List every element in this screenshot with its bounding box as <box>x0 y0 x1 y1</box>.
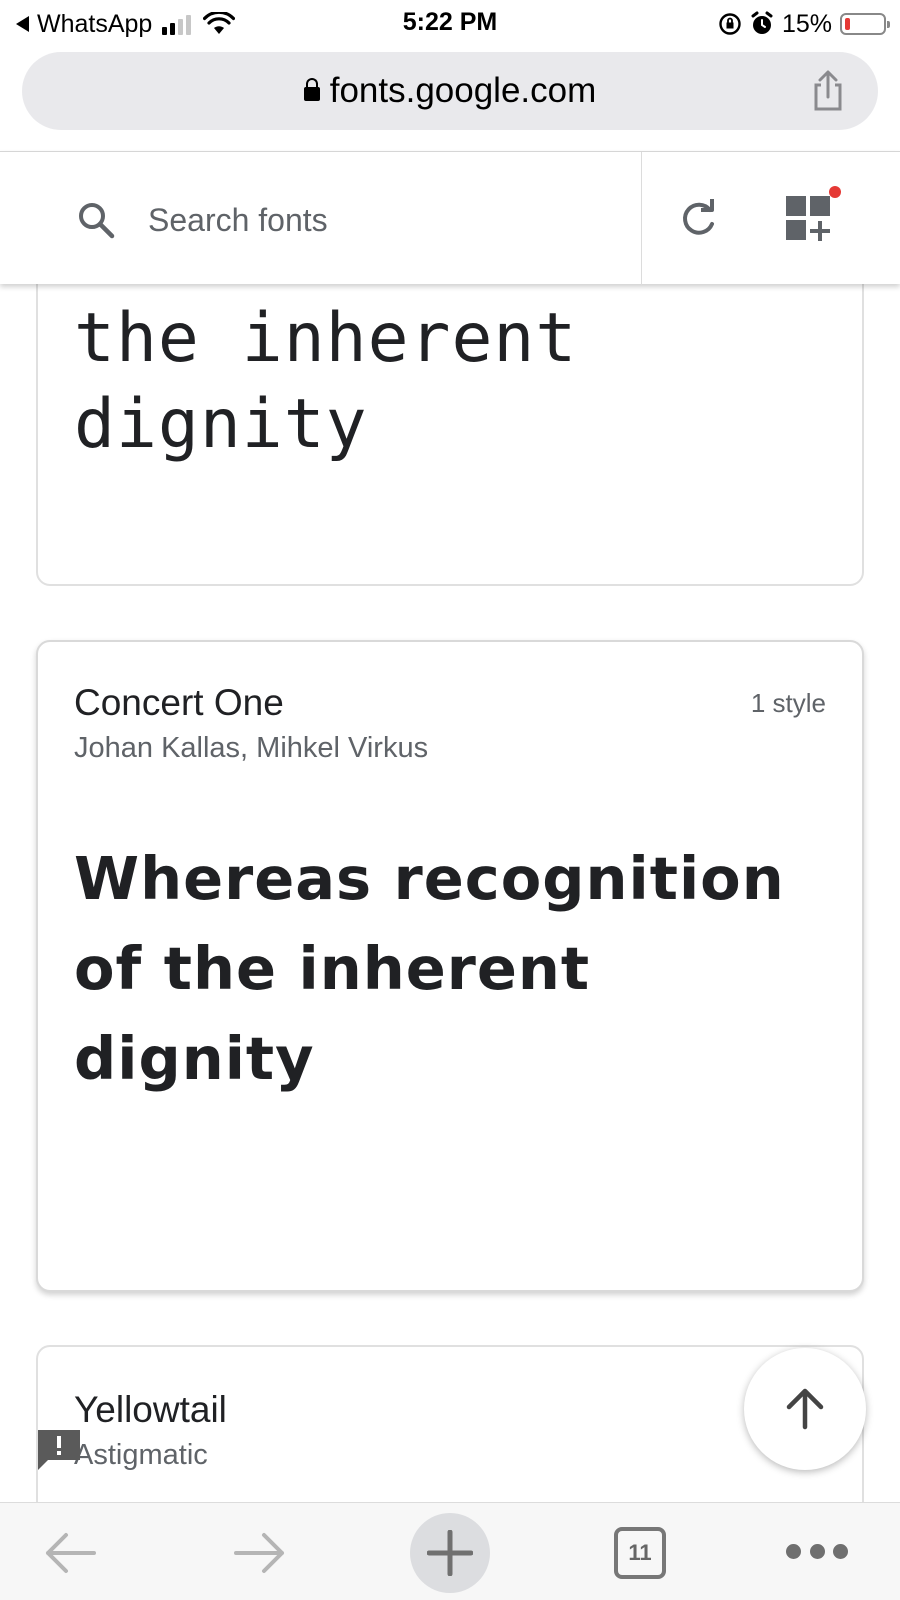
lock-icon <box>303 78 320 101</box>
search-input[interactable] <box>148 190 618 250</box>
style-count: 1 style <box>750 688 826 718</box>
status-right: 15% <box>718 8 890 40</box>
search-area[interactable] <box>0 152 642 285</box>
lock-rotation-icon <box>719 13 741 35</box>
more-icon[interactable] <box>786 1539 848 1563</box>
font-sample: Whereas recognition of the inherent dign… <box>74 844 785 1093</box>
font-author: Astigmatic <box>74 1439 208 1471</box>
notification-dot <box>829 186 841 198</box>
battery-percent: 15% <box>781 9 832 38</box>
fonts-header <box>0 151 900 285</box>
new-tab-button[interactable] <box>410 1513 490 1593</box>
font-name: Concert One <box>74 682 284 723</box>
collection-add-icon[interactable] <box>784 194 834 244</box>
alarm-icon <box>751 11 773 34</box>
browser-toolbar: 11 <box>0 1502 900 1600</box>
sample-line: the inherent <box>74 299 578 378</box>
url-display[interactable]: fonts.google.com <box>22 52 878 130</box>
address-bar[interactable]: fonts.google.com <box>22 52 878 130</box>
font-author: Johan Kallas, Mihkel Virkus <box>74 732 429 764</box>
font-card-concert-one[interactable]: Concert One 1 style Johan Kallas, Mihkel… <box>36 640 864 1292</box>
share-icon[interactable] <box>808 69 848 113</box>
arrow-left-icon[interactable] <box>42 1527 98 1579</box>
tabs-icon[interactable]: 11 <box>614 1527 666 1579</box>
battery-icon <box>840 13 890 35</box>
refresh-icon[interactable] <box>674 194 722 242</box>
status-bar: WhatsApp 5:22 PM 15% <box>0 0 900 48</box>
scroll-to-top-button[interactable] <box>744 1348 866 1470</box>
feedback-icon[interactable] <box>36 1428 82 1474</box>
plus-icon <box>427 1530 473 1576</box>
sample-line: dignity <box>74 385 368 464</box>
arrow-up-icon <box>786 1388 824 1430</box>
search-icon <box>79 203 115 239</box>
font-sample: the inherent dignity <box>74 296 577 468</box>
font-card-yellowtail[interactable]: Yellowtail Astigmatic <box>36 1345 864 1525</box>
arrow-right-icon[interactable] <box>232 1527 288 1579</box>
url-text: fonts.google.com <box>329 71 597 110</box>
font-name: Yellowtail <box>74 1389 227 1430</box>
